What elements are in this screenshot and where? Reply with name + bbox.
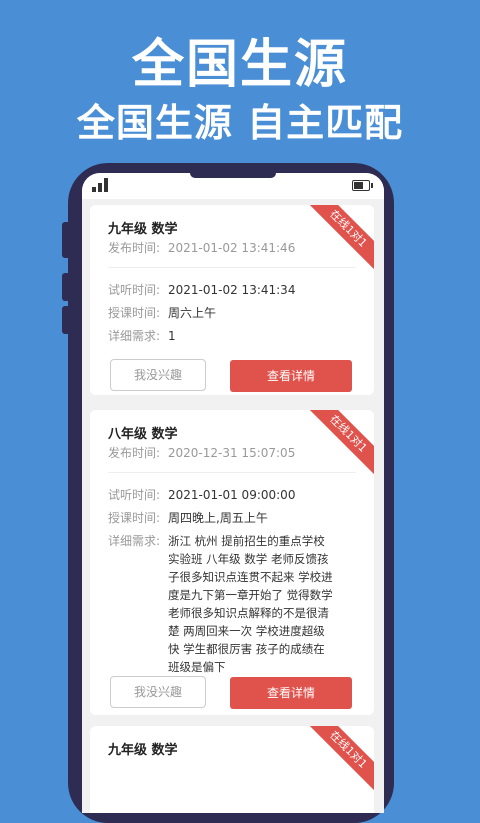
status-bar xyxy=(82,173,384,199)
grade-subject: 九年级 数学 xyxy=(108,222,178,237)
signal-icon xyxy=(92,178,112,192)
online-badge: 在线1对1 xyxy=(305,726,374,793)
lesson-label: 授课时间: xyxy=(108,306,161,320)
demand-card: 在线1对1 九年级 数学 发布时间: 2021-01-02 13:41:46 试… xyxy=(90,205,374,395)
banner-title: 全国生源 xyxy=(131,35,348,95)
detail-text: 1 xyxy=(168,329,176,343)
publish-row: 发布时间: 2021-01-02 13:41:46 xyxy=(108,239,295,256)
lesson-row: 授课时间: 周四晚上,周五上午 xyxy=(108,509,348,528)
lesson-time: 周六上午 xyxy=(168,306,217,320)
publish-time: 2020-12-31 15:07:05 xyxy=(167,446,296,460)
view-details-button[interactable]: 查看详情 xyxy=(230,677,352,709)
lesson-time: 周四晚上,周五上午 xyxy=(168,511,268,525)
banner-subtitle: 全国生源 自主匹配 xyxy=(76,101,404,145)
detail-label: 详细需求: xyxy=(108,534,161,548)
grade-subject: 八年级 数学 xyxy=(108,427,178,442)
divider xyxy=(108,267,356,268)
trial-row: 试听时间: 2021-01-02 13:41:34 xyxy=(108,281,348,300)
notch xyxy=(190,173,276,178)
divider xyxy=(108,472,356,473)
not-interested-button[interactable]: 我没兴趣 xyxy=(110,359,206,391)
trial-time: 2021-01-02 13:41:34 xyxy=(168,283,296,297)
view-details-button[interactable]: 查看详情 xyxy=(230,360,352,392)
detail-row: 详细需求: 1 xyxy=(108,327,348,346)
phone-screen: 在线1对1 九年级 数学 发布时间: 2021-01-02 13:41:46 试… xyxy=(82,173,384,813)
battery-icon xyxy=(352,180,373,191)
detail-label: 详细需求: xyxy=(108,329,161,343)
online-badge: 在线1对1 xyxy=(305,410,374,477)
publish-label: 发布时间: xyxy=(108,241,161,255)
trial-row: 试听时间: 2021-01-01 09:00:00 xyxy=(108,486,348,505)
trial-label: 试听时间: xyxy=(108,488,161,502)
trial-label: 试听时间: xyxy=(108,283,161,297)
publish-time: 2021-01-02 13:41:46 xyxy=(167,241,296,255)
publish-row: 发布时间: 2020-12-31 15:07:05 xyxy=(108,444,295,461)
demand-card: 在线1对1 八年级 数学 发布时间: 2020-12-31 15:07:05 试… xyxy=(90,410,374,715)
lesson-row: 授课时间: 周六上午 xyxy=(108,304,348,323)
grade-subject: 九年级 数学 xyxy=(108,743,178,758)
trial-time: 2021-01-01 09:00:00 xyxy=(168,488,296,502)
detail-row: 详细需求: 浙江 杭州 提前招生的重点学校实验班 八年级 数学 老师反馈孩子很多… xyxy=(108,532,336,676)
publish-label: 发布时间: xyxy=(108,446,161,460)
not-interested-button[interactable]: 我没兴趣 xyxy=(110,676,206,708)
online-badge: 在线1对1 xyxy=(305,205,374,272)
lesson-label: 授课时间: xyxy=(108,511,161,525)
detail-text: 浙江 杭州 提前招生的重点学校实验班 八年级 数学 老师反馈孩子很多知识点连贯不… xyxy=(168,534,333,674)
